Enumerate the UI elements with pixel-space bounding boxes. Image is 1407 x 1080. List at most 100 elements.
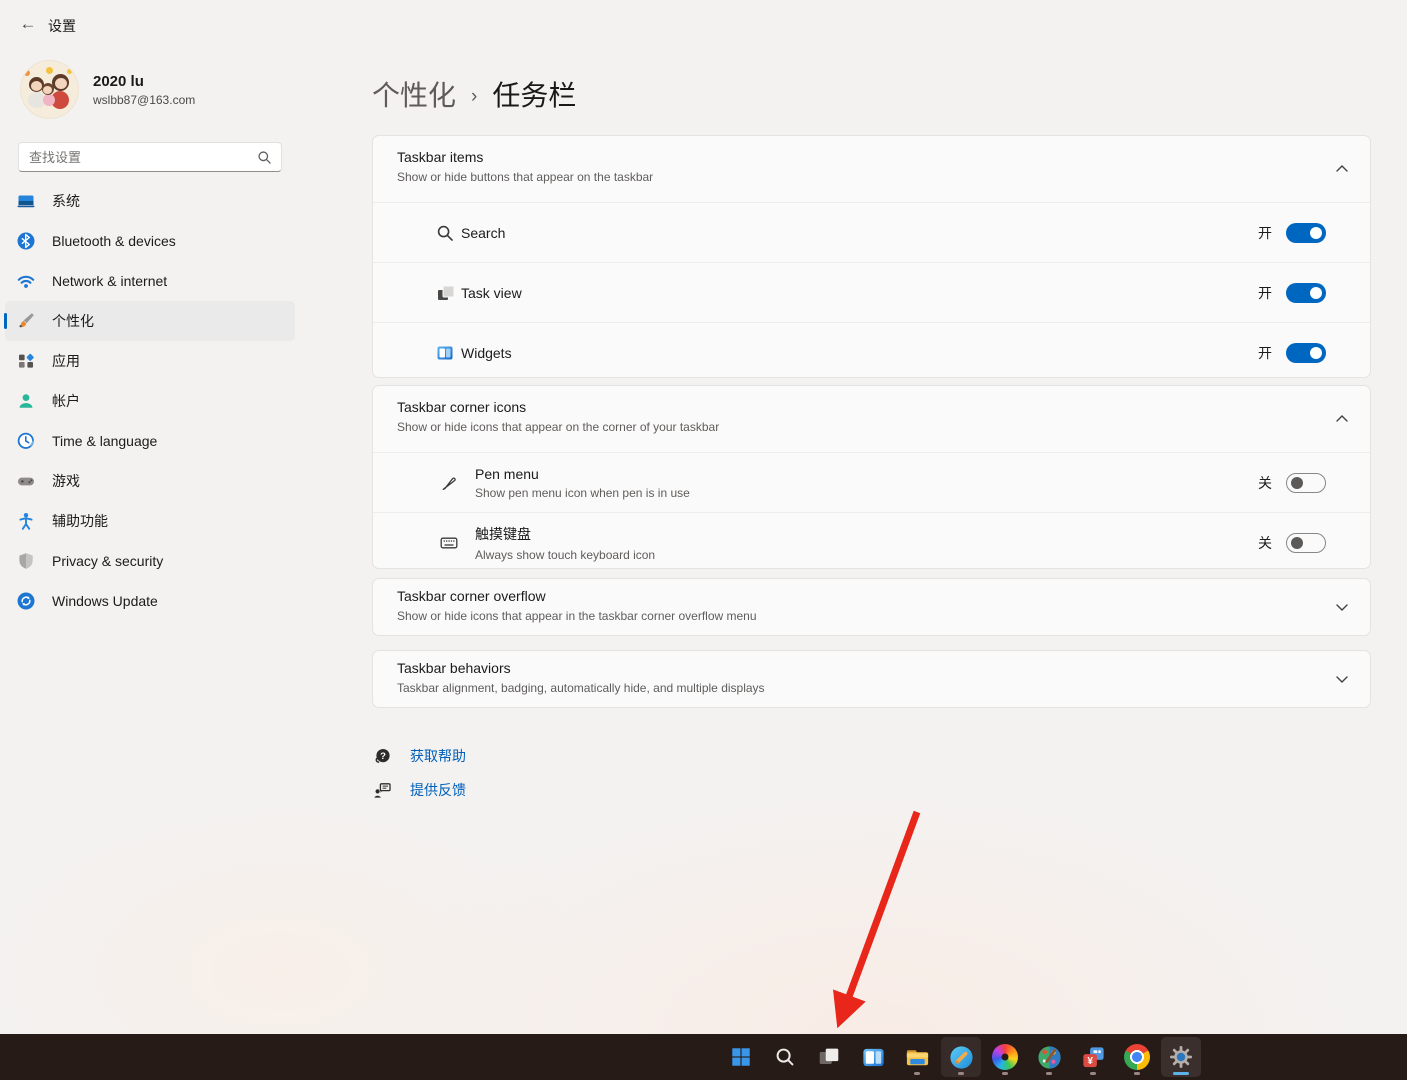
personalization-icon [16, 311, 36, 331]
chevron-up-icon[interactable] [1335, 162, 1349, 176]
get-help-link[interactable]: ? 获取帮助 [372, 741, 466, 771]
setting-row-touch-keyboard: 触摸键盘 Always show touch keyboard icon 关 [373, 512, 1370, 569]
network-icon [16, 271, 36, 291]
card-title: Taskbar items [397, 149, 1346, 165]
currency-app-icon: ¥ [1080, 1044, 1107, 1071]
back-button[interactable]: ← [16, 12, 40, 36]
annotation-red-arrow [805, 800, 935, 1048]
task-view-taskbar-icon [816, 1044, 842, 1070]
accessibility-icon [16, 511, 36, 531]
sidebar-item-apps[interactable]: 应用 [5, 341, 295, 381]
paint-palette-icon [1036, 1044, 1063, 1071]
toggle-state-label: 开 [1258, 343, 1272, 363]
taskbar-items-header[interactable]: Taskbar items Show or hide buttons that … [373, 136, 1370, 202]
taskbar-file-explorer-button[interactable] [897, 1037, 937, 1077]
search-icon [435, 223, 455, 243]
taskbar-docs-app-button[interactable] [941, 1037, 981, 1077]
bluetooth-icon [16, 231, 36, 251]
profile[interactable]: 2020 lu wslbb87@163.com [20, 60, 195, 119]
breadcrumb-parent[interactable]: 个性化 [372, 74, 456, 114]
chevron-up-icon[interactable] [1335, 412, 1349, 426]
profile-name: 2020 lu [93, 73, 195, 90]
sidebar-item-personalization[interactable]: 个性化 [5, 301, 295, 341]
pen-menu-toggle[interactable] [1286, 473, 1326, 493]
chevron-down-icon[interactable] [1335, 672, 1349, 686]
sidebar-item-system[interactable]: 系统 [5, 181, 295, 221]
setting-row-search: Search 开 [373, 202, 1370, 262]
widgets-taskbar-icon [860, 1044, 887, 1071]
toggle-state-label: 关 [1258, 533, 1272, 553]
taskbar-pinwheel-browser-button[interactable] [985, 1037, 1025, 1077]
card-title: Taskbar corner overflow [397, 588, 1346, 604]
taskbar-search-icon [772, 1044, 798, 1070]
taskbar-corner-overflow-card[interactable]: Taskbar corner overflow Show or hide ico… [372, 578, 1371, 636]
card-subtitle: Show or hide buttons that appear on the … [397, 170, 1346, 184]
system-icon [16, 191, 36, 211]
sidebar-item-accounts[interactable]: 帐户 [5, 381, 295, 421]
taskbar-chrome-button[interactable] [1117, 1037, 1157, 1077]
card-subtitle: Taskbar alignment, badging, automaticall… [397, 681, 1346, 695]
toggle-state-label: 开 [1258, 283, 1272, 303]
docs-pencil-app-icon [948, 1044, 975, 1071]
task-view-toggle[interactable] [1286, 283, 1326, 303]
taskbar-corner-icons-card: Taskbar corner icons Show or hide icons … [372, 385, 1371, 569]
toggle-state-label: 关 [1258, 473, 1272, 493]
taskbar-corner-icons-header[interactable]: Taskbar corner icons Show or hide icons … [373, 386, 1370, 452]
svg-text:?: ? [380, 750, 386, 761]
gaming-icon [16, 471, 36, 491]
sidebar-item-network[interactable]: Network & internet [5, 261, 295, 301]
settings-search [18, 142, 282, 172]
taskbar-search-button[interactable] [765, 1037, 805, 1077]
taskbar-start-button[interactable] [721, 1037, 761, 1077]
task-view-icon [435, 283, 455, 303]
taskbar-widgets-button[interactable] [853, 1037, 893, 1077]
setting-row-pen-menu: Pen menu Show pen menu icon when pen is … [373, 452, 1370, 512]
windows-start-icon [728, 1044, 754, 1070]
file-explorer-icon [904, 1044, 931, 1071]
taskbar: ¥ [0, 1034, 1407, 1080]
get-help-icon: ? [372, 746, 393, 767]
card-title: Taskbar corner icons [397, 399, 1346, 415]
taskbar-task-view-button[interactable] [809, 1037, 849, 1077]
avatar [20, 60, 79, 119]
sidebar-item-privacy[interactable]: Privacy & security [5, 541, 295, 581]
taskbar-behaviors-card[interactable]: Taskbar behaviors Taskbar alignment, bad… [372, 650, 1371, 708]
accounts-icon [16, 391, 36, 411]
page-title: 任务栏 [492, 74, 576, 114]
widgets-toggle[interactable] [1286, 343, 1326, 363]
sidebar-item-gaming[interactable]: 游戏 [5, 461, 295, 501]
card-subtitle: Show or hide icons that appear in the ta… [397, 609, 1346, 623]
sidebar-item-time-language[interactable]: Time & language [5, 421, 295, 461]
toggle-state-label: 开 [1258, 223, 1272, 243]
feedback-icon [372, 780, 393, 801]
setting-row-widgets: Widgets 开 [373, 322, 1370, 378]
setting-row-task-view: Task view 开 [373, 262, 1370, 322]
sidebar-item-windows-update[interactable]: Windows Update [5, 581, 295, 621]
sidebar-item-accessibility[interactable]: 辅助功能 [5, 501, 295, 541]
touch-keyboard-icon [439, 533, 459, 553]
touch-keyboard-toggle[interactable] [1286, 533, 1326, 553]
breadcrumb: 个性化 › 任务栏 [372, 74, 576, 114]
taskbar-paint-app-button[interactable] [1029, 1037, 1069, 1077]
help-links: ? 获取帮助 提供反馈 [372, 741, 466, 809]
sidebar-nav: 系统 Bluetooth & devices Network & interne… [0, 181, 300, 621]
pinwheel-browser-icon [992, 1044, 1018, 1070]
widgets-icon [435, 343, 455, 363]
chevron-down-icon[interactable] [1335, 600, 1349, 614]
search-icon[interactable] [256, 149, 273, 166]
apps-icon [16, 351, 36, 371]
search-toggle[interactable] [1286, 223, 1326, 243]
taskbar-currency-app-button[interactable]: ¥ [1073, 1037, 1113, 1077]
give-feedback-link[interactable]: 提供反馈 [372, 775, 466, 805]
settings-gear-icon [1167, 1043, 1195, 1071]
search-input[interactable] [19, 143, 259, 171]
privacy-shield-icon [16, 551, 36, 571]
back-arrow-icon: ← [20, 14, 37, 34]
breadcrumb-separator-icon: › [471, 81, 477, 108]
card-subtitle: Show or hide icons that appear on the co… [397, 420, 1346, 434]
sidebar-item-bluetooth[interactable]: Bluetooth & devices [5, 221, 295, 261]
svg-text:¥: ¥ [1087, 1056, 1093, 1067]
taskbar-items-card: Taskbar items Show or hide buttons that … [372, 135, 1371, 378]
taskbar-settings-button[interactable] [1161, 1037, 1201, 1077]
windows-update-icon [16, 591, 36, 611]
